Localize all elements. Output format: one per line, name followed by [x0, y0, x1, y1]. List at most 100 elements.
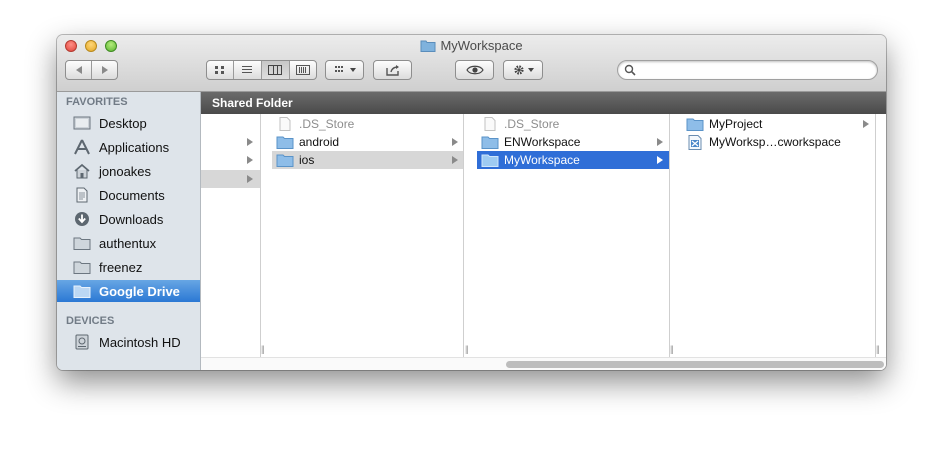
search-input[interactable] — [640, 62, 874, 80]
documents-icon — [73, 187, 91, 203]
scrollbar-thumb[interactable] — [506, 361, 884, 368]
list-view-button[interactable] — [234, 61, 262, 79]
share-button[interactable] — [373, 60, 412, 80]
column-view-icon — [268, 65, 283, 75]
sidebar-item-desktop[interactable]: Desktop — [57, 112, 200, 134]
list-view-icon — [242, 66, 253, 73]
sidebar-item-jonoakes[interactable]: jonoakes — [57, 160, 200, 182]
column-resize-handle[interactable]: || — [261, 344, 265, 354]
back-button[interactable] — [66, 61, 92, 79]
sidebar-item-label: Macintosh HD — [99, 334, 181, 350]
column-4: MyProject MyWorksp…cworkspace || — [682, 114, 880, 357]
column-view-button[interactable] — [261, 61, 290, 79]
sidebar-item-authentux[interactable]: authentux — [57, 232, 200, 254]
document-icon — [276, 117, 294, 131]
disclosure-arrow-icon — [452, 138, 458, 146]
disclosure-arrow-icon — [452, 156, 458, 164]
hard-drive-icon — [73, 334, 91, 350]
disclosure-arrow-icon — [863, 120, 869, 128]
column-1: || — [201, 114, 265, 357]
disclosure-arrow-icon — [247, 156, 253, 164]
back-arrow-icon — [75, 66, 82, 74]
sidebar-item-label: freenez — [99, 259, 143, 275]
chevron-down-icon — [349, 68, 356, 72]
sidebar-item-macintosh-hd[interactable]: Macintosh HD — [57, 331, 200, 353]
column-3: .DS_Store ENWorkspace MyWorkspace || — [477, 114, 674, 357]
downloads-icon — [73, 211, 91, 227]
sidebar-item-label: Desktop — [99, 115, 147, 131]
gear-icon — [513, 65, 524, 75]
back-forward-control — [65, 60, 118, 80]
folder-icon — [276, 135, 294, 149]
view-mode-control — [206, 60, 317, 80]
column-resize-handle[interactable]: || — [876, 344, 880, 354]
folder-icon — [73, 283, 91, 299]
file-name: .DS_Store — [504, 117, 560, 131]
sidebar-item-documents[interactable]: Documents — [57, 184, 200, 206]
horizontal-scrollbar[interactable] — [201, 357, 886, 370]
window-title: MyWorkspace — [57, 38, 886, 55]
desktop-icon — [73, 115, 91, 131]
folder-icon — [420, 39, 436, 55]
share-icon — [385, 65, 399, 76]
sidebar-item-downloads[interactable]: Downloads — [57, 208, 200, 230]
list-item[interactable]: .DS_Store — [272, 115, 463, 133]
title-bar: MyWorkspace — [57, 35, 886, 92]
folder-name: MyWorkspace — [504, 153, 580, 167]
disclosure-arrow-icon — [657, 138, 663, 146]
devices-header: DEVICES — [66, 315, 115, 327]
folder-icon — [686, 117, 704, 131]
eye-icon — [465, 65, 484, 75]
folder-name: MyProject — [709, 117, 763, 131]
list-item[interactable]: MyWorkspace — [477, 151, 669, 169]
folder-icon — [481, 135, 499, 149]
applications-icon — [73, 139, 91, 155]
path-bar-title: Shared Folder — [201, 92, 886, 114]
sidebar-item-label: Documents — [99, 187, 165, 203]
search-icon — [624, 64, 636, 76]
disclosure-arrow-icon — [657, 156, 663, 164]
icon-view-icon — [215, 66, 225, 74]
xcode-workspace-icon — [686, 134, 704, 150]
list-item[interactable]: MyWorksp…cworkspace — [682, 133, 875, 151]
column-resize-handle[interactable]: || — [465, 344, 469, 354]
forward-arrow-icon — [101, 66, 108, 74]
action-button[interactable] — [503, 60, 543, 80]
folder-name: ios — [299, 153, 315, 167]
sidebar-item-google-drive[interactable]: Google Drive — [57, 280, 200, 302]
folder-name: ENWorkspace — [504, 135, 581, 149]
arrange-button[interactable] — [325, 60, 364, 80]
sidebar-item-applications[interactable]: Applications — [57, 136, 200, 158]
list-item[interactable] — [201, 170, 260, 188]
favorites-header: FAVORITES — [66, 96, 128, 108]
folder-icon — [73, 235, 91, 251]
sidebar-item-freenez[interactable]: freenez — [57, 256, 200, 278]
icon-view-button[interactable] — [207, 61, 235, 79]
list-item[interactable]: .DS_Store — [477, 115, 669, 133]
document-icon — [481, 117, 499, 131]
list-item[interactable]: ios — [272, 151, 463, 169]
file-name: MyWorksp…cworkspace — [709, 135, 841, 149]
cover-flow-button[interactable] — [290, 61, 316, 79]
search-field[interactable] — [617, 60, 878, 80]
list-item[interactable]: MyProject — [682, 115, 875, 133]
list-item[interactable]: ENWorkspace — [477, 133, 669, 151]
chevron-down-icon — [527, 68, 534, 72]
disclosure-arrow-icon — [247, 175, 253, 183]
arrange-icon — [334, 66, 343, 72]
sidebar-item-label: jonoakes — [99, 163, 152, 179]
column-resize-handle[interactable]: || — [670, 344, 674, 354]
sidebar-item-label: Google Drive — [99, 283, 180, 299]
folder-icon — [73, 259, 91, 275]
list-item[interactable]: android — [272, 133, 463, 151]
sidebar: FAVORITES Desktop Applications jonoakes … — [57, 92, 201, 370]
window-title-text: MyWorkspace — [440, 38, 523, 53]
column-2: .DS_Store android ios || — [272, 114, 469, 357]
sidebar-item-label: Downloads — [99, 211, 164, 227]
folder-icon — [481, 153, 499, 167]
column-browser: || .DS_Store android ios || .DS_Store EN… — [201, 114, 886, 370]
quick-look-button[interactable] — [455, 60, 494, 80]
home-icon — [73, 163, 91, 179]
forward-button[interactable] — [92, 61, 117, 79]
finder-window: MyWorkspace FAVORITES Desktop Applicatio… — [57, 35, 886, 370]
